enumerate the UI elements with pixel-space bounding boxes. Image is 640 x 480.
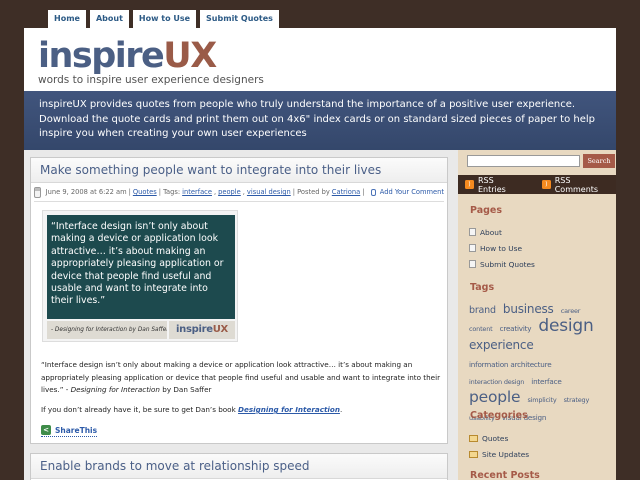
followup-end: .	[339, 405, 343, 414]
meta-divider	[34, 201, 444, 202]
category-link-quotes[interactable]: Quotes	[133, 188, 157, 196]
quote-card-footer: - Designing for Interaction by Dan Saffe…	[47, 321, 235, 339]
logo-part2: UX	[163, 36, 217, 76]
tag-link-interface[interactable]: interface	[182, 188, 212, 196]
tag-link[interactable]: design	[538, 316, 593, 336]
post-body-quote: “Interface design isn’t only about makin…	[41, 359, 441, 397]
categories-list: Quotes Site Updates	[469, 430, 529, 462]
tag-link[interactable]: business	[503, 302, 554, 316]
rss-icon: )	[465, 180, 474, 189]
tag-link-visual-design[interactable]: visual design	[247, 188, 291, 196]
tag-link[interactable]: content	[469, 325, 493, 333]
post: Enable brands to move at relationship sp…	[30, 453, 448, 480]
tag-link-people[interactable]: people	[218, 188, 241, 196]
page-item-submit-quotes[interactable]: Submit Quotes	[469, 256, 535, 272]
tag-link[interactable]: brand	[469, 305, 496, 316]
tag-link[interactable]: creativity	[500, 324, 532, 333]
post-title[interactable]: Make something people want to integrate …	[31, 158, 447, 183]
card-logo-part2: UX	[212, 324, 229, 335]
meta-separator: |	[362, 188, 365, 196]
page-icon	[469, 228, 476, 236]
recent-posts-heading: Recent Posts	[470, 470, 540, 480]
intro-banner: inspireUX provides quotes from people wh…	[24, 91, 616, 150]
post: Make something people want to integrate …	[30, 157, 448, 444]
nav-home[interactable]: Home	[48, 10, 86, 28]
rss-entries-link[interactable]: RSS Entries	[478, 176, 524, 194]
page-icon	[469, 260, 476, 268]
tag-cloud: brand business career content creativity…	[469, 299, 609, 424]
site-tagline: words to inspire user experience designe…	[38, 74, 264, 86]
logo-part1: inspire	[38, 36, 165, 76]
page-item-how-to-use[interactable]: How to Use	[469, 240, 535, 256]
pages-heading: Pages	[470, 205, 503, 216]
tag-link[interactable]: simplicity	[527, 396, 556, 404]
category-item-site-updates[interactable]: Site Updates	[469, 446, 529, 462]
followup-text: If you don’t already have it, be sure to…	[41, 405, 236, 414]
main-content: Make something people want to integrate …	[24, 150, 458, 480]
tags-label: | Tags:	[158, 188, 181, 196]
site-logo[interactable]: inspireUX	[38, 36, 217, 76]
folder-icon	[469, 450, 478, 458]
meta-separator: |	[128, 188, 131, 196]
tag-comma: ,	[213, 188, 217, 196]
tag-link[interactable]: people	[469, 389, 521, 406]
page-label: How to Use	[480, 243, 523, 253]
page-label: About	[480, 227, 502, 237]
tag-comma: ,	[242, 188, 245, 196]
nav-submit-quotes[interactable]: Submit Quotes	[200, 10, 279, 28]
category-item-quotes[interactable]: Quotes	[469, 430, 529, 446]
rss-icon: )	[541, 180, 551, 189]
quote-card-text: “Interface design isn’t only about makin…	[47, 215, 235, 319]
tag-link[interactable]: information architecture	[469, 360, 552, 369]
posted-by-label: | Posted by	[292, 188, 330, 196]
page-icon	[469, 244, 476, 252]
page-item-about[interactable]: About	[469, 224, 535, 240]
share-label: ShareThis	[55, 425, 98, 435]
quote-source: Designing for Interaction	[70, 385, 160, 395]
quote-card-logo: inspireUX	[169, 321, 235, 339]
share-button[interactable]: < ShareThis	[41, 424, 98, 437]
author-link[interactable]: Catriona	[332, 188, 360, 196]
post-date: June 9, 2008 at 6:22 am	[45, 188, 127, 196]
sidebar: Search ) RSS Entries ) RSS Comments Page…	[458, 150, 616, 480]
search-button[interactable]: Search	[583, 154, 615, 168]
add-comment-link[interactable]: Add Your Comment	[380, 188, 444, 196]
post-title[interactable]: Enable brands to move at relationship sp…	[31, 454, 447, 479]
tag-link[interactable]: interface	[531, 378, 561, 386]
tag-link[interactable]: interaction design	[469, 379, 524, 386]
share-icon: <	[41, 425, 51, 435]
tags-heading: Tags	[470, 282, 495, 293]
post-body-followup: If you don’t already have it, be sure to…	[41, 405, 441, 414]
post-meta: June 9, 2008 at 6:22 am | Quotes | Tags:…	[34, 185, 444, 199]
calendar-icon	[34, 186, 41, 198]
tag-link[interactable]: strategy	[564, 396, 590, 404]
rss-comments-link[interactable]: RSS Comments	[555, 176, 616, 194]
category-label: Site Updates	[482, 449, 530, 459]
card-logo-part1: inspire	[176, 324, 213, 335]
quote-card-image[interactable]: “Interface design isn’t only about makin…	[42, 210, 238, 342]
category-label: Quotes	[482, 433, 509, 443]
page-label: Submit Quotes	[480, 259, 535, 269]
rss-bar: ) RSS Entries ) RSS Comments	[458, 175, 616, 194]
book-link[interactable]: Designing for Interaction	[238, 405, 340, 414]
top-nav: Home About How to Use Submit Quotes	[48, 10, 279, 28]
tag-link[interactable]: experience	[469, 339, 534, 352]
categories-heading: Categories	[470, 410, 528, 421]
quote-by: by Dan Saffer	[162, 385, 212, 395]
folder-icon	[469, 434, 478, 442]
nav-about[interactable]: About	[89, 10, 129, 28]
comment-icon	[370, 188, 376, 196]
site-header: inspireUX words to inspire user experien…	[24, 28, 616, 91]
search-input[interactable]	[467, 155, 580, 167]
tag-link[interactable]: career	[561, 307, 581, 315]
pages-list: About How to Use Submit Quotes	[469, 224, 535, 272]
quote-card-author: - Designing for Interaction by Dan Saffe…	[47, 321, 167, 339]
nav-how-to-use[interactable]: How to Use	[132, 10, 197, 28]
